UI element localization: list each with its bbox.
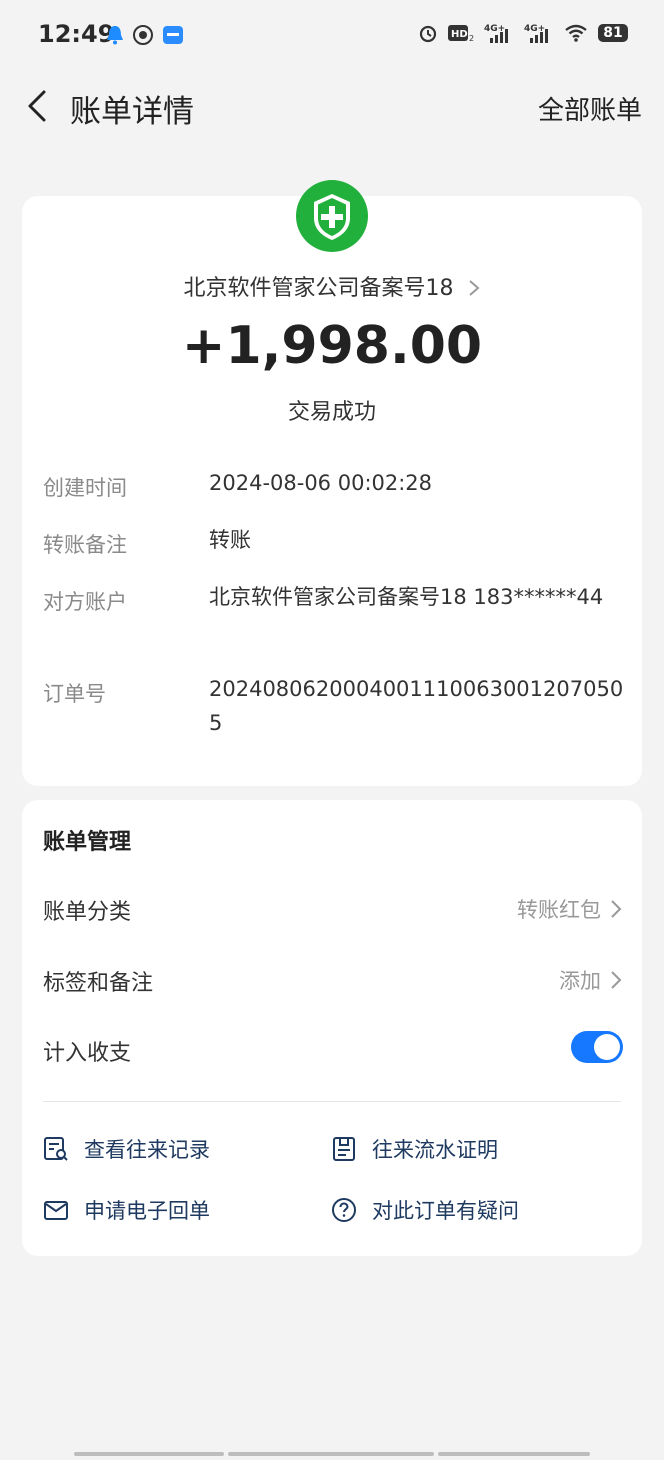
mail-icon — [44, 1201, 68, 1220]
merchant-name: 北京软件管家公司备案号18 — [183, 276, 454, 301]
bill-category-row[interactable]: 账单分类 转账红包 — [43, 894, 623, 934]
request-receipt-button[interactable]: 申请电子回单 — [42, 1192, 210, 1228]
hd-icon: HD 2 — [448, 25, 474, 42]
alarm-icon — [419, 25, 437, 43]
order-question-button[interactable]: 对此订单有疑问 — [330, 1192, 519, 1228]
chevron-right-icon — [468, 280, 480, 296]
row-label: 标签和备注 — [43, 971, 154, 996]
transaction-status: 交易成功 — [287, 400, 376, 425]
page-title: 账单详情 — [70, 94, 194, 130]
transaction-card: 北京软件管家公司备案号18 +1,998.00 交易成功 创建时间 2024-0… — [22, 180, 642, 786]
divider — [43, 1101, 621, 1102]
row-value: 添加 — [559, 969, 601, 993]
status-icons-left — [106, 24, 184, 46]
svg-text:2: 2 — [469, 34, 474, 42]
detail-value: 北京软件管家公司备案号18 183******44 — [209, 585, 604, 609]
detail-label: 转账备注 — [43, 533, 127, 557]
count-in-balance-toggle[interactable] — [571, 1031, 623, 1063]
detail-label: 对方账户 — [43, 590, 127, 614]
detail-label: 订单号 — [43, 682, 106, 706]
action-label: 对此订单有疑问 — [372, 1199, 519, 1223]
merchant-name-link[interactable]: 北京软件管家公司备案号18 — [22, 270, 642, 302]
row-label: 计入收支 — [43, 1041, 132, 1066]
question-circle-icon — [332, 1198, 356, 1222]
notification-bell-icon — [107, 26, 123, 45]
detail-value: 转账 — [209, 528, 251, 552]
battery-icon: 81 — [598, 24, 628, 42]
gesture-bar-segment — [74, 1452, 224, 1456]
transaction-amount: +1,998.00 — [181, 316, 483, 376]
green-shield-plus-icon — [296, 180, 368, 252]
all-bills-link[interactable]: 全部账单 — [538, 90, 642, 127]
count-in-balance-row: 计入收支 — [43, 1031, 623, 1075]
detail-value: 20240806200040011100630012070505 — [209, 677, 624, 735]
status-icons-right: HD 2 4G+ 4G+ 81 — [418, 22, 628, 44]
row-label: 账单分类 — [43, 900, 132, 925]
status-bar: 12:49 HD 2 4G+ 4G+ 81 — [0, 0, 664, 72]
signal-4g-icon: 4G+ — [484, 24, 508, 43]
app-badge-icon — [163, 26, 183, 44]
signal-4g-icon: 4G+ — [524, 24, 548, 43]
action-label: 往来流水证明 — [372, 1138, 498, 1162]
nav-bar: 账单详情 全部账单 — [0, 72, 664, 142]
view-records-button[interactable]: 查看往来记录 — [42, 1131, 210, 1167]
detail-label: 创建时间 — [43, 476, 127, 500]
back-arrow-icon[interactable] — [22, 86, 52, 126]
gesture-bar-segment — [438, 1452, 590, 1456]
gesture-bar-segment — [228, 1452, 434, 1456]
status-time: 12:49 — [38, 20, 115, 48]
section-title: 账单管理 — [43, 830, 132, 855]
tags-notes-row[interactable]: 标签和备注 添加 — [43, 965, 623, 1005]
statement-doc-icon — [333, 1137, 355, 1161]
app-icon — [133, 25, 153, 45]
chevron-right-icon — [611, 900, 622, 918]
bill-management-card: 账单管理 账单分类 转账红包 标签和备注 添加 计入收支 查看往来记录 往来流水… — [22, 800, 642, 1256]
record-search-icon — [44, 1137, 68, 1161]
action-label: 申请电子回单 — [84, 1199, 210, 1223]
toggle-knob — [594, 1034, 620, 1060]
row-value: 转账红包 — [517, 898, 601, 922]
wifi-icon — [565, 24, 587, 42]
action-label: 查看往来记录 — [84, 1138, 210, 1162]
chevron-right-icon — [611, 971, 622, 989]
statement-proof-button[interactable]: 往来流水证明 — [330, 1131, 498, 1167]
svg-text:HD: HD — [451, 29, 468, 40]
detail-value: 2024-08-06 00:02:28 — [209, 471, 433, 495]
